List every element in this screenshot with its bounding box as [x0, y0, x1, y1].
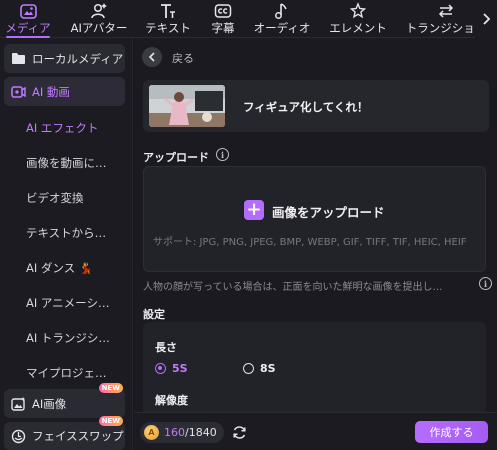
dancer-icon: 💃	[79, 261, 93, 275]
caption-icon	[212, 1, 234, 21]
ai-image-icon	[10, 396, 26, 412]
sidebar-sub-video-convert[interactable]: ビデオ変換	[26, 190, 84, 206]
tab-element[interactable]: エレメント	[326, 0, 390, 38]
radio-selected-icon	[155, 363, 166, 374]
info-icon[interactable]: i	[216, 148, 229, 161]
sidebar-sub-ai-dance-label: AI ダンス	[26, 261, 76, 275]
tab-caption-label: 字幕	[211, 21, 235, 35]
sidebar-sub-my-projects[interactable]: マイプロジェ…	[26, 365, 107, 381]
credits-total: /1840	[185, 426, 217, 439]
sidebar-item-ai-video[interactable]: AI 動画	[4, 77, 125, 106]
refresh-button[interactable]	[230, 422, 248, 442]
chevron-right-icon	[483, 13, 491, 25]
media-icon	[17, 1, 39, 21]
upload-button-label: 画像をアップロード	[272, 205, 385, 220]
sidebar-sub-ai-transition[interactable]: AI トランジシ…	[26, 330, 110, 346]
info-icon[interactable]: i	[479, 277, 492, 290]
tab-media[interactable]: メディア	[4, 0, 52, 38]
refresh-icon	[232, 425, 246, 439]
credits-pill: A 160/1840	[140, 422, 224, 443]
length-option-5s-label: 5S	[172, 362, 188, 375]
face-swap-icon	[10, 428, 26, 444]
text-icon	[157, 1, 179, 21]
sidebar-sub-text-to-video[interactable]: テキストから…	[26, 225, 106, 241]
sidebar-item-face-swap-label: フェイススワップ	[32, 429, 124, 443]
new-badge: NEW	[98, 383, 123, 393]
tab-audio[interactable]: オーディオ	[251, 0, 313, 38]
footer-bar: A 160/1840 作成する	[134, 412, 497, 450]
tab-text[interactable]: テキスト	[143, 0, 193, 38]
tab-element-label: エレメント	[329, 21, 387, 35]
sidebar-sub-ai-effect[interactable]: AI エフェクト	[26, 120, 98, 136]
sidebar-item-ai-image[interactable]: AI画像 NEW	[4, 383, 125, 418]
avatar-icon	[88, 1, 110, 21]
length-option-8s-label: 8S	[260, 362, 276, 375]
plus-icon: +	[244, 200, 264, 220]
sidebar-item-ai-video-label: AI 動画	[32, 84, 70, 99]
radio-unselected-icon	[243, 363, 254, 374]
create-button[interactable]: 作成する	[415, 421, 488, 443]
ai-video-icon	[10, 84, 26, 100]
sidebar-item-local-media-label: ローカルメディア	[32, 51, 124, 66]
sidebar: ローカルメディア AI 動画 AI エフェクト 画像を動画に… ビデオ変換 テキ…	[0, 38, 133, 450]
credits-count: 160/1840	[164, 426, 217, 439]
sidebar-sub-image-to-video[interactable]: 画像を動画に…	[26, 155, 107, 171]
new-badge: NEW	[98, 416, 123, 426]
upload-supported-formats: サポート: JPG, PNG, JPEG, BMP, WEBP, GIF, TI…	[153, 237, 467, 248]
effect-thumbnail	[149, 85, 225, 127]
element-icon	[347, 1, 369, 21]
resolution-label: 解像度	[155, 394, 188, 407]
tab-ai-avatar[interactable]: AIアバター	[67, 0, 131, 38]
sidebar-item-face-swap[interactable]: フェイススワップ NEW	[4, 416, 125, 450]
tab-media-label: メディア	[5, 21, 51, 35]
tab-text-label: テキスト	[145, 21, 191, 35]
transition-icon	[435, 1, 457, 21]
sidebar-sub-ai-dance[interactable]: AI ダンス 💃	[26, 260, 93, 276]
chevron-left-icon	[148, 52, 155, 62]
upload-dropzone[interactable]: + 画像をアップロード サポート: JPG, PNG, JPEG, BMP, W…	[143, 166, 486, 272]
back-label[interactable]: 戻る	[172, 50, 194, 66]
length-label: 長さ	[155, 341, 177, 354]
sidebar-item-local-media[interactable]: ローカルメディア	[4, 44, 125, 73]
top-toolbar: メディア AIアバター テキスト 字幕 オーディオ エレメント トランジション	[0, 0, 497, 38]
sidebar-sub-ai-animation[interactable]: AI アニメーシ…	[26, 295, 109, 311]
effect-title: フィギュア化してくれ！	[243, 100, 369, 114]
face-note: 人物の顔が写っている場合は、正面を向いた鮮明な画像を提出し…	[143, 282, 443, 293]
coin-icon: A	[144, 425, 159, 440]
tab-audio-label: オーディオ	[253, 21, 311, 35]
upload-section-title: アップロード	[143, 151, 209, 164]
main-panel: 戻る フィギュア化してくれ！ アップロード i + 画像をアップロード サポート…	[134, 38, 497, 450]
settings-title: 設定	[143, 308, 165, 321]
audio-icon	[271, 1, 293, 21]
sidebar-item-ai-image-label: AI画像	[32, 396, 67, 411]
credits-used: 160	[164, 426, 185, 439]
tab-ai-avatar-label: AIアバター	[70, 21, 128, 35]
tab-caption[interactable]: 字幕	[208, 0, 238, 38]
folder-icon	[10, 51, 26, 67]
back-button[interactable]	[142, 47, 162, 67]
effect-card: フィギュア化してくれ！	[143, 80, 489, 132]
toolbar-next-button[interactable]	[475, 0, 497, 38]
